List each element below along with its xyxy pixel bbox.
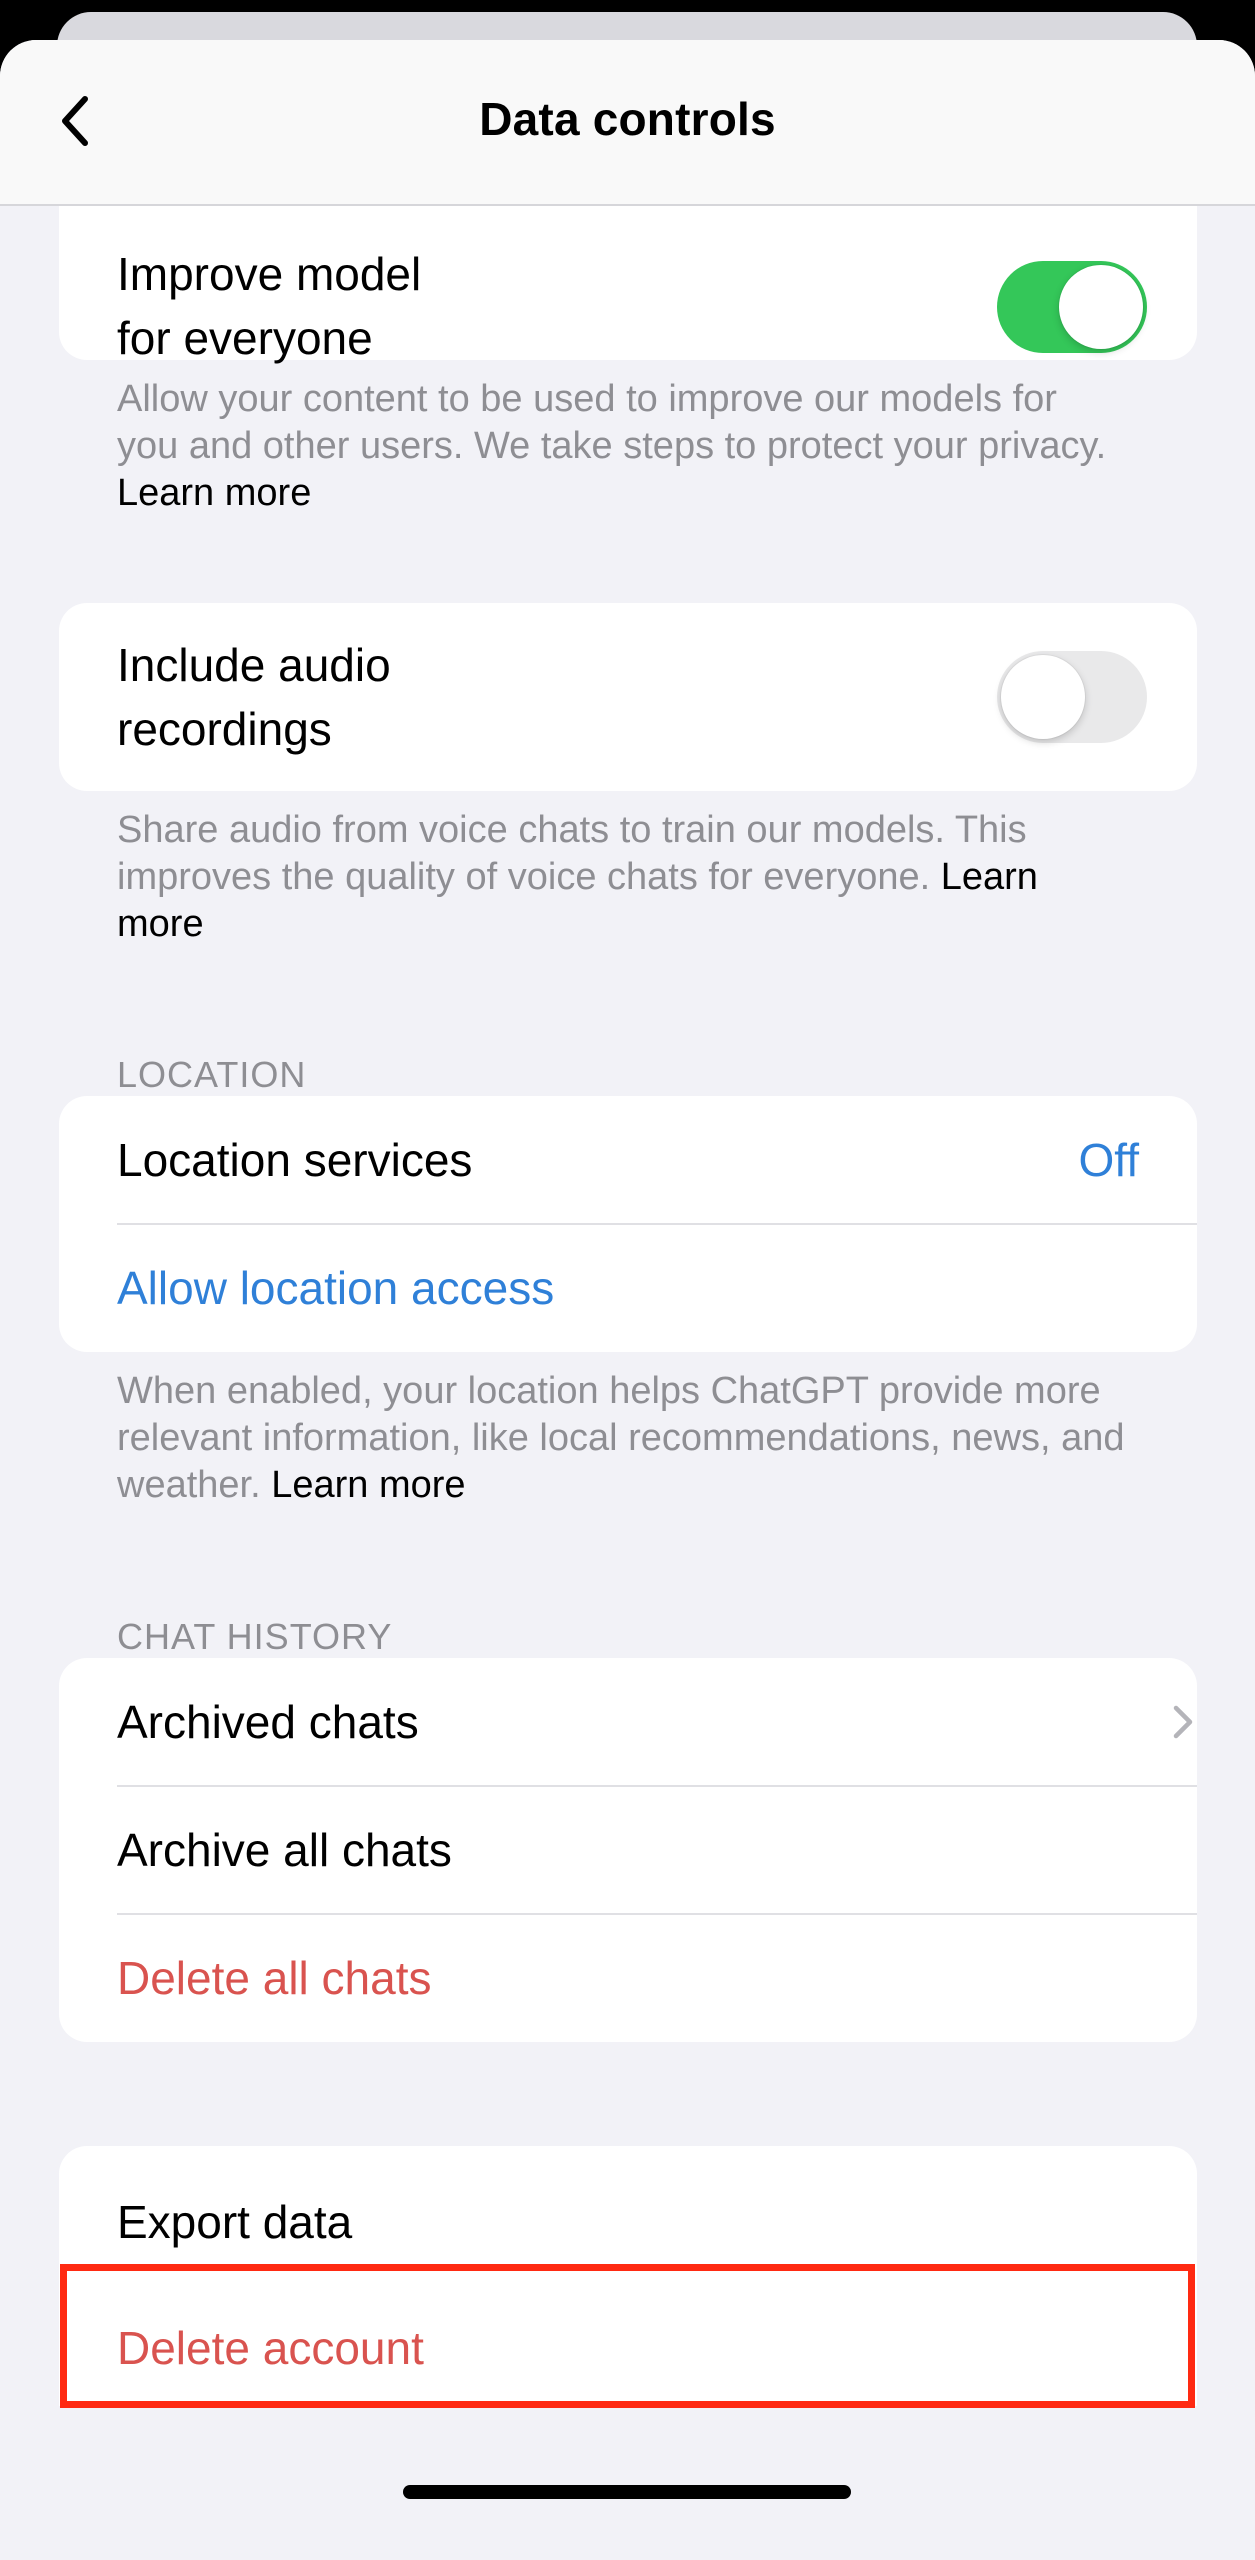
highlight-box xyxy=(60,2264,1195,2408)
location-learn-more-link[interactable]: Learn more xyxy=(271,1464,465,1506)
improve-model-label-line2: for everyone xyxy=(117,312,373,364)
location-footer: When enabled, your location helps ChatGP… xyxy=(117,1368,1127,1509)
location-section-header: LOCATION xyxy=(117,1054,307,1095)
archive-all-chats-button[interactable]: Archive all chats xyxy=(59,1786,1197,1914)
location-footer-text: When enabled, your location helps ChatGP… xyxy=(117,1370,1125,1506)
allow-location-access-label: Allow location access xyxy=(117,1262,555,1314)
delete-all-chats-label: Delete all chats xyxy=(117,1952,432,2004)
improve-model-learn-more-link[interactable]: Learn more xyxy=(117,472,311,514)
data-controls-sheet: Data controls Improve model for everyone… xyxy=(0,40,1255,2560)
chat-history-section-header: CHAT HISTORY xyxy=(117,1616,393,1657)
location-services-label: Location services xyxy=(117,1134,473,1186)
chat-history-card: Archived chats Archive all chats Delete … xyxy=(59,1658,1197,2042)
location-services-row[interactable]: Location services Off xyxy=(59,1096,1197,1224)
page-title: Data controls xyxy=(479,93,776,145)
toggle-knob xyxy=(1059,265,1143,349)
export-data-button[interactable]: Export data xyxy=(59,2146,1197,2274)
allow-location-access-button[interactable]: Allow location access xyxy=(59,1224,1197,1352)
audio-label-line1: Include audio xyxy=(117,639,391,691)
audio-footer-text: Share audio from voice chats to train ou… xyxy=(117,809,1027,898)
home-indicator xyxy=(403,2485,851,2499)
audio-recordings-card: Include audio recordings xyxy=(59,603,1197,791)
improve-model-footer: Allow your content to be used to improve… xyxy=(117,376,1127,517)
toggle-knob xyxy=(1001,655,1085,739)
export-data-label: Export data xyxy=(117,2196,353,2248)
improve-model-label-line1: Improve model xyxy=(117,248,422,300)
archived-chats-label: Archived chats xyxy=(117,1696,419,1748)
archive-all-chats-label: Archive all chats xyxy=(117,1824,452,1876)
location-services-value: Off xyxy=(1078,1134,1139,1186)
navigation-bar: Data controls xyxy=(0,40,1255,206)
delete-all-chats-button[interactable]: Delete all chats xyxy=(59,1914,1197,2042)
chevron-right-icon xyxy=(1173,1705,1193,1739)
location-card: Location services Off Allow location acc… xyxy=(59,1096,1197,1352)
archived-chats-row[interactable]: Archived chats xyxy=(59,1658,1197,1786)
audio-recordings-toggle[interactable] xyxy=(997,651,1147,743)
improve-model-footer-text: Allow your content to be used to improve… xyxy=(117,378,1107,467)
audio-label-line2: recordings xyxy=(117,703,332,755)
audio-footer: Share audio from voice chats to train ou… xyxy=(117,807,1127,948)
improve-model-toggle[interactable] xyxy=(997,261,1147,353)
